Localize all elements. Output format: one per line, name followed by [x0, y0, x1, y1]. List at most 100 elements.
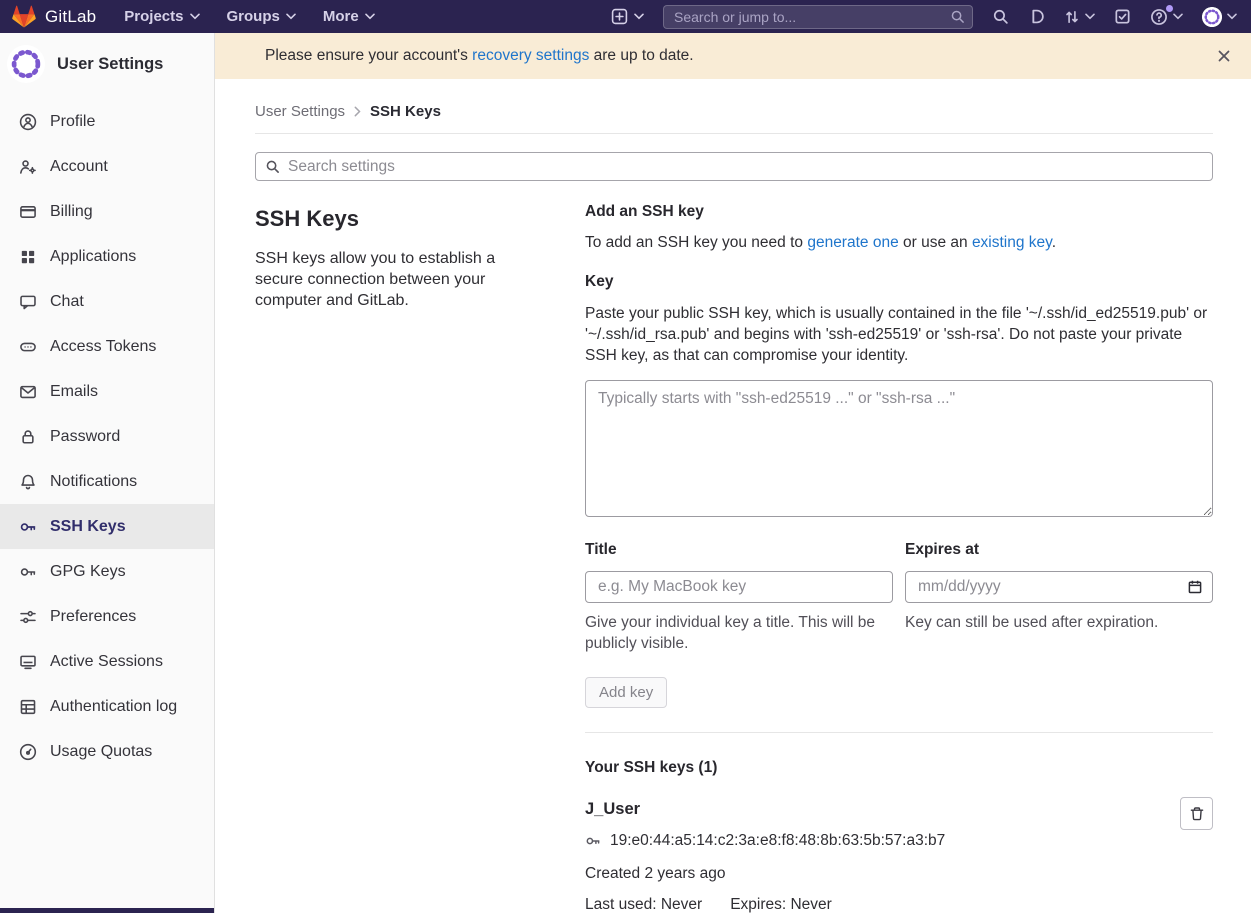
- sidebar-item-ssh-keys[interactable]: SSH Keys: [0, 504, 214, 549]
- title-input[interactable]: [585, 571, 893, 603]
- recovery-settings-link[interactable]: recovery settings: [472, 47, 589, 64]
- sidebar-item-label: SSH Keys: [50, 518, 126, 536]
- sidebar-item-gpg-keys[interactable]: GPG Keys: [0, 549, 214, 594]
- navbar-menu-projects[interactable]: Projects: [124, 8, 199, 25]
- menu-label: More: [323, 8, 359, 25]
- new-item-dropdown[interactable]: [611, 8, 644, 25]
- sidebar-item-label: Usage Quotas: [50, 743, 152, 761]
- generate-one-link[interactable]: generate one: [807, 234, 898, 251]
- key-icon: [585, 833, 601, 849]
- search-icon: [265, 159, 280, 174]
- emails-icon: [19, 383, 37, 401]
- merge-requests-dropdown[interactable]: [1064, 9, 1095, 25]
- calendar-icon[interactable]: [1187, 579, 1203, 595]
- access-tokens-icon: [19, 338, 37, 356]
- settings-search: [255, 152, 1213, 181]
- avatar: [1202, 7, 1222, 27]
- key-label: Key: [585, 273, 1213, 291]
- breadcrumb-ssh-keys: SSH Keys: [370, 103, 441, 120]
- notifications-icon: [19, 473, 37, 491]
- menu-label: Groups: [227, 8, 280, 25]
- gpg-keys-icon: [19, 563, 37, 581]
- user-avatar-dropdown[interactable]: [1202, 7, 1237, 27]
- top-navbar: GitLab Projects Groups More: [0, 0, 1251, 33]
- search-button[interactable]: [992, 8, 1009, 25]
- intro-text: or use an: [899, 234, 972, 251]
- sidebar-item-label: Password: [50, 428, 120, 446]
- ssh-key-title: J_User: [585, 800, 1213, 819]
- avatar: [7, 45, 45, 83]
- ssh-keys-icon: [19, 518, 37, 536]
- chevron-down-icon: [1227, 13, 1237, 20]
- chat-icon: [19, 293, 37, 311]
- ssh-key-textarea[interactable]: [585, 380, 1213, 517]
- sidebar-item-label: Authentication log: [50, 698, 177, 716]
- breadcrumb: User Settings SSH Keys: [255, 103, 1213, 120]
- sidebar-item-account[interactable]: Account: [0, 144, 214, 189]
- sidebar-item-chat[interactable]: Chat: [0, 279, 214, 324]
- breadcrumb-divider: [255, 133, 1213, 134]
- authentication-log-icon: [19, 698, 37, 716]
- sidebar-item-usage-quotas[interactable]: Usage Quotas: [0, 729, 214, 774]
- your-ssh-keys-heading: Your SSH keys (1): [585, 759, 1213, 777]
- sidebar-item-emails[interactable]: Emails: [0, 369, 214, 414]
- sidebar-item-access-tokens[interactable]: Access Tokens: [0, 324, 214, 369]
- issues-icon[interactable]: [1028, 8, 1045, 25]
- sidebar-item-label: Notifications: [50, 473, 137, 491]
- close-icon: [1217, 49, 1231, 63]
- title-label: Title: [585, 541, 893, 559]
- chevron-down-icon: [634, 13, 644, 20]
- section-divider: [585, 732, 1213, 733]
- navbar-menu-more[interactable]: More: [323, 8, 375, 25]
- password-icon: [19, 428, 37, 446]
- breadcrumb-user-settings[interactable]: User Settings: [255, 103, 345, 120]
- navbar-menu-groups[interactable]: Groups: [227, 8, 296, 25]
- trash-icon: [1189, 806, 1205, 822]
- settings-search-input[interactable]: [255, 152, 1213, 181]
- ssh-key-list-item: J_User 19:e0:44:a5:14:c2:3a:e8:f8:48:8b:…: [585, 800, 1213, 913]
- add-key-button[interactable]: Add key: [585, 677, 667, 708]
- alert-close-button[interactable]: [1213, 45, 1235, 67]
- sidebar-item-label: Applications: [50, 248, 136, 266]
- navbar-right: [611, 5, 1237, 29]
- gitlab-home-link[interactable]: GitLab: [12, 5, 96, 28]
- alert-text-before: Please ensure your account's: [265, 47, 472, 64]
- help-dropdown[interactable]: [1150, 8, 1183, 26]
- todos-icon[interactable]: [1114, 8, 1131, 25]
- navbar-menus: Projects Groups More: [124, 8, 374, 25]
- chevron-down-icon: [365, 13, 375, 20]
- sidebar-item-notifications[interactable]: Notifications: [0, 459, 214, 504]
- alert-text-after: are up to date.: [589, 47, 693, 64]
- form-heading: Add an SSH key: [585, 203, 1213, 221]
- sidebar-item-profile[interactable]: Profile: [0, 99, 214, 144]
- sidebar-item-applications[interactable]: Applications: [0, 234, 214, 279]
- sidebar-item-label: Chat: [50, 293, 84, 311]
- global-search: [663, 5, 973, 29]
- page-title: SSH Keys: [255, 206, 545, 232]
- search-icon: [950, 9, 965, 24]
- title-field: Title Give your individual key a title. …: [585, 541, 893, 654]
- form-intro: To add an SSH key you need to generate o…: [585, 234, 1213, 252]
- expires-help-text: Key can still be used after expiration.: [905, 612, 1213, 633]
- chevron-right-icon: [354, 106, 361, 117]
- sidebar-bottom-bar: [0, 908, 214, 913]
- existing-key-link[interactable]: existing key: [972, 234, 1052, 251]
- global-search-input[interactable]: [663, 5, 973, 29]
- intro-text: .: [1052, 234, 1056, 251]
- delete-key-button[interactable]: [1180, 797, 1213, 830]
- sidebar-item-active-sessions[interactable]: Active Sessions: [0, 639, 214, 684]
- sidebar-item-billing[interactable]: Billing: [0, 189, 214, 234]
- ssh-key-created: Created 2 years ago: [585, 865, 1213, 883]
- sidebar-item-password[interactable]: Password: [0, 414, 214, 459]
- settings-sidebar: User Settings Profile Account Billing Ap…: [0, 33, 215, 913]
- sidebar-header: User Settings: [0, 33, 214, 99]
- chevron-down-icon: [1085, 13, 1095, 20]
- expires-at-field: Expires at Key can still be used after e…: [905, 541, 1213, 654]
- add-ssh-key-form: Add an SSH key To add an SSH key you nee…: [585, 203, 1213, 708]
- sidebar-item-label: Active Sessions: [50, 653, 163, 671]
- ssh-key-fingerprint: 19:e0:44:a5:14:c2:3a:e8:f8:48:8b:63:5b:5…: [610, 832, 945, 850]
- expires-at-input[interactable]: [905, 571, 1213, 603]
- sidebar-item-label: Profile: [50, 113, 95, 131]
- sidebar-item-preferences[interactable]: Preferences: [0, 594, 214, 639]
- sidebar-item-authentication-log[interactable]: Authentication log: [0, 684, 214, 729]
